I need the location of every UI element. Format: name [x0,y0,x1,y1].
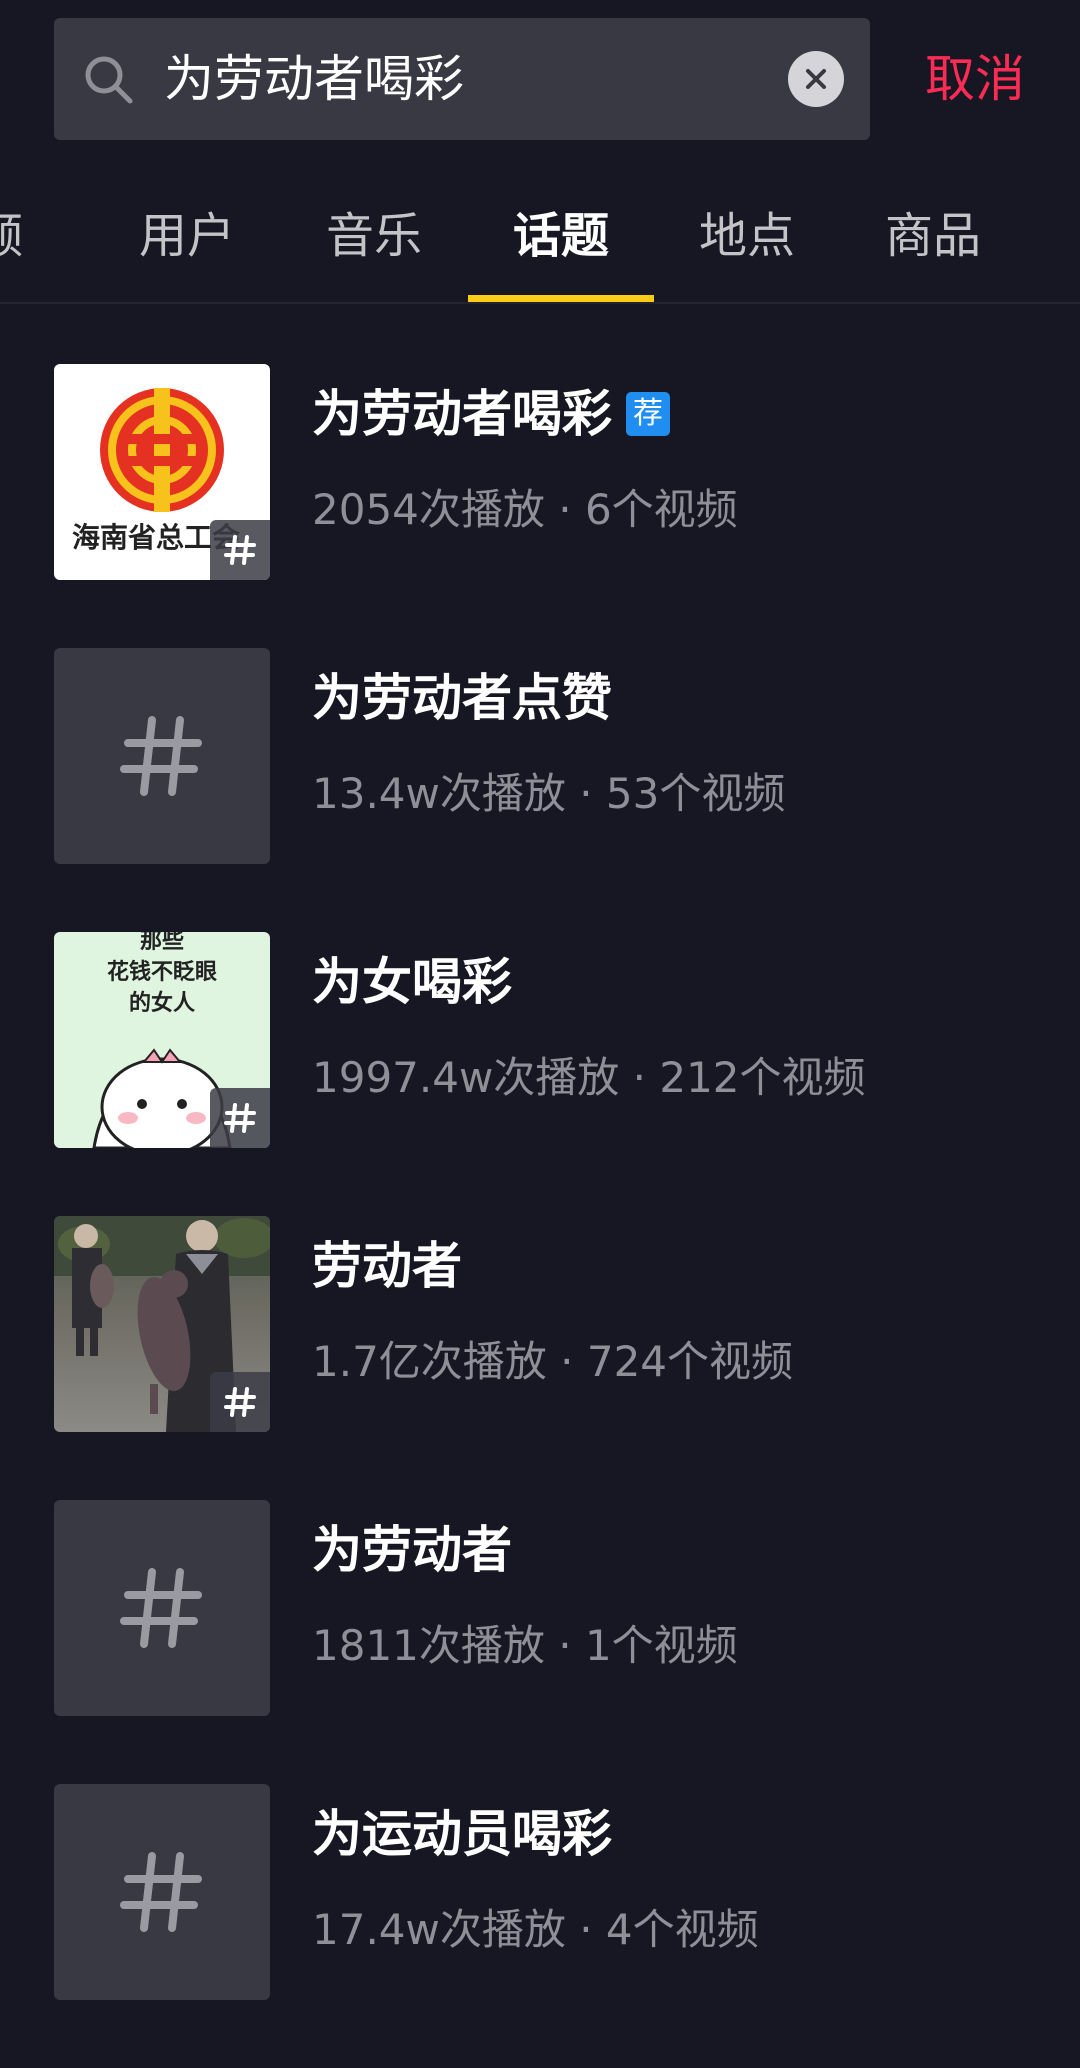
topic-stats: 17.4w次播放 · 4个视频 [312,1905,759,1954]
topic-thumbnail [54,1216,270,1432]
topic-stats: 2054次播放 · 6个视频 [312,485,738,534]
topic-thumbnail: 那些 花钱不眨眼 的女人 [54,932,270,1148]
search-input[interactable]: 为劳动者喝彩 [164,18,724,140]
topic-row[interactable]: 为运动员喝彩 17.4w次播放 · 4个视频 [0,1784,1080,2068]
topic-thumbnail [54,1784,270,2000]
hashtag-icon [224,1387,256,1417]
topic-stats: 1997.4w次播放 · 212个视频 [312,1053,866,1102]
tab-topics[interactable]: 话题 [468,186,654,302]
tab-users[interactable]: 用户 [94,186,280,302]
hashtag-icon [120,1852,202,1932]
topic-row[interactable]: 为劳动者 1811次播放 · 1个视频 [0,1500,1080,1784]
topic-thumbnail [54,1500,270,1716]
hashtag-icon [224,1103,256,1133]
hashtag-badge [210,520,270,580]
topic-title: 为劳动者点赞 [312,669,612,727]
hashtag-badge [210,1372,270,1432]
topic-row[interactable]: 为劳动者点赞 13.4w次播放 · 53个视频 [0,648,1080,932]
topic-thumbnail: 海南省总工会 [54,364,270,580]
tab-places[interactable]: 地点 [654,186,840,302]
recommended-badge: 荐 [626,391,670,436]
tab-products[interactable]: 商品 [840,186,1026,302]
close-icon [806,69,826,89]
topic-row[interactable]: 那些 花钱不眨眼 的女人 为女喝彩 1997.4w次播放 · 212个视频 [0,932,1080,1216]
topic-title: 为女喝彩 [312,953,512,1011]
cancel-button[interactable]: 取消 [925,18,1025,140]
tab-videos[interactable]: 频 [0,186,92,302]
active-tab-indicator [468,295,654,302]
topic-title: 劳动者 [312,1237,462,1295]
topic-row[interactable]: 劳动者 1.7亿次播放 · 724个视频 [0,1216,1080,1500]
search-bar[interactable]: 为劳动者喝彩 [54,18,870,140]
topic-title: 为劳动者喝彩荐 [312,384,670,444]
topic-title: 为运动员喝彩 [312,1805,612,1863]
hashtag-icon [120,716,202,796]
topic-title: 为劳动者 [312,1521,512,1579]
topic-stats: 13.4w次播放 · 53个视频 [312,769,786,818]
hashtag-badge [210,1088,270,1148]
topic-thumbnail [54,648,270,864]
search-icon [85,56,133,104]
topic-stats: 1.7亿次播放 · 724个视频 [312,1337,794,1386]
topic-stats: 1811次播放 · 1个视频 [312,1621,738,1670]
tab-bar: 频 用户 音乐 话题 地点 商品 [0,186,1080,304]
hashtag-icon [224,535,256,565]
hashtag-icon [120,1568,202,1648]
topic-title-text: 为劳动者喝彩 [312,385,612,443]
topic-row[interactable]: 海南省总工会 为劳动者喝彩荐 2054次播放 · 6个视频 [0,364,1080,648]
tab-music[interactable]: 音乐 [281,186,467,302]
clear-search-button[interactable] [788,51,844,107]
